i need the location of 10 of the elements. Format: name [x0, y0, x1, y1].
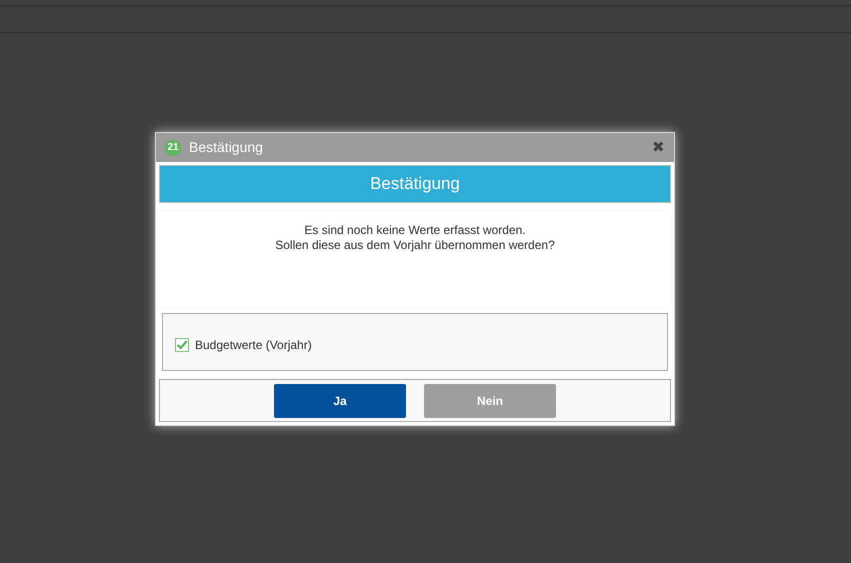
- no-button[interactable]: Nein: [424, 384, 556, 418]
- dialog-header: Bestätigung: [159, 165, 671, 203]
- checkbox-label: Budgetwerte (Vorjahr): [195, 337, 312, 354]
- close-button[interactable]: ✖: [652, 140, 665, 155]
- checkbox[interactable]: [175, 338, 189, 352]
- window-title: Bestätigung: [189, 138, 263, 157]
- app-badge-icon: 21: [165, 140, 181, 156]
- message-text: Sollen diese aus dem Vorjahr übernommen werden?: [275, 238, 555, 253]
- yes-button[interactable]: Ja: [274, 384, 406, 418]
- message-text: Es sind noch keine Werte erfasst worden.: [304, 223, 526, 238]
